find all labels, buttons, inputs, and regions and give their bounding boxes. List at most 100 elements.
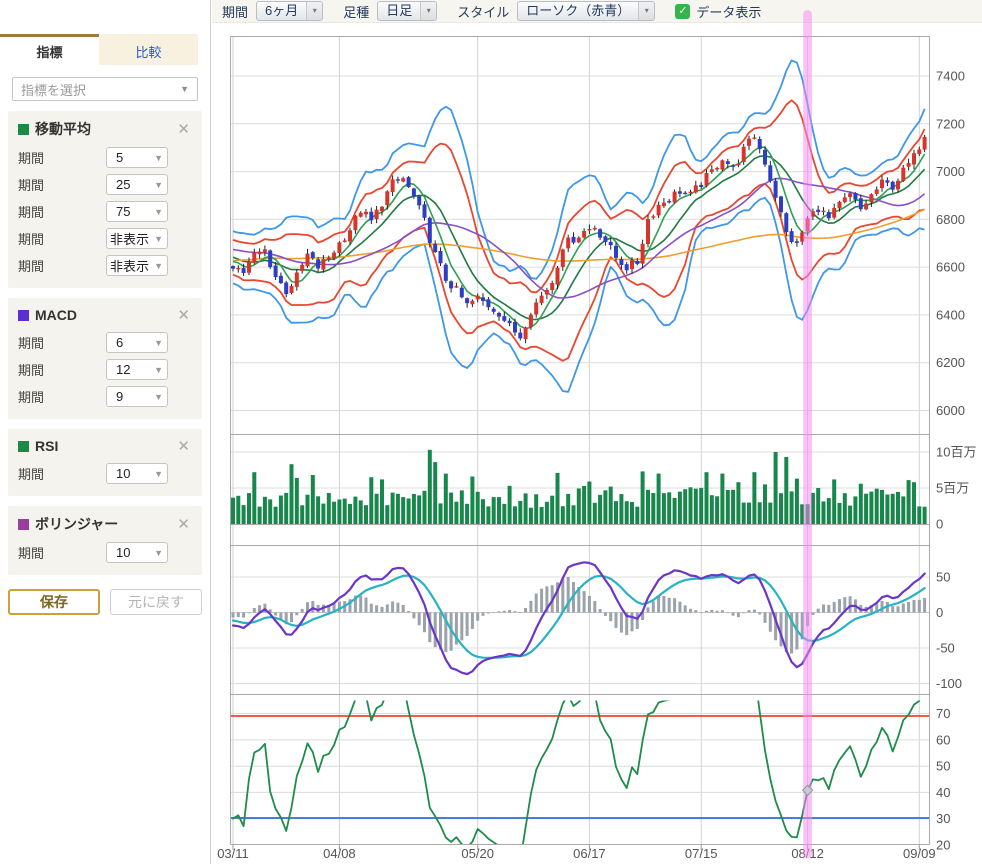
axis-labels: 7400720070006800660064006200600010百万5百万0… — [217, 69, 976, 862]
moving-average-line — [233, 147, 925, 328]
undo-button[interactable]: 元に戻す — [110, 589, 202, 615]
axis-tick-label: 10百万 — [936, 445, 976, 460]
tab-indicators[interactable]: 指標 — [0, 34, 99, 65]
indicator-select[interactable]: 指標を選択 ▼ — [12, 77, 198, 101]
param-label: 期間 — [18, 202, 78, 221]
macd-panel — [232, 577, 927, 654]
moving-average-line — [233, 178, 925, 298]
period-select[interactable]: 6▼ — [106, 332, 168, 353]
save-button[interactable]: 保存 — [8, 589, 100, 615]
axis-tick-label: 6000 — [936, 403, 965, 418]
indicator-card-1: MACD✕期間6▼期間12▼期間9▼ — [8, 298, 202, 419]
param-label: 期間 — [18, 175, 78, 194]
axis-tick-label: 03/11 — [217, 846, 249, 861]
style-dropdown[interactable]: ローソク（赤青） ▾ — [517, 1, 655, 21]
axis-tick-label: 06/17 — [573, 846, 606, 861]
indicator-card-title: 移動平均 — [35, 119, 175, 139]
volume-panel — [231, 450, 927, 524]
close-icon[interactable]: ✕ — [175, 437, 192, 455]
param-label: 期間 — [18, 333, 78, 352]
axis-tick-label: 70 — [936, 706, 950, 721]
period-select[interactable]: 5▼ — [106, 147, 168, 168]
axis-tick-label: 6600 — [936, 260, 965, 275]
period-value: 75 — [116, 204, 130, 219]
axis-tick-label: 09/09 — [903, 846, 936, 861]
indicator-param-row: 期間12▼ — [18, 359, 192, 380]
indicator-card-2: RSI✕ 期間 10▼ — [8, 429, 202, 496]
period-value[interactable]: 6ヶ月 — [257, 2, 306, 20]
close-icon[interactable]: ✕ — [175, 120, 192, 138]
bollinger-band-line — [233, 60, 925, 279]
indicator-swatch-icon — [18, 519, 29, 530]
indicator-swatch-icon — [18, 310, 29, 321]
indicator-card-title: RSI — [35, 438, 175, 454]
period-value: 10 — [116, 466, 130, 481]
style-value[interactable]: ローソク（赤青） — [518, 2, 638, 20]
chevron-down-icon[interactable]: ▾ — [420, 2, 436, 20]
period-select[interactable]: 10▼ — [106, 542, 168, 563]
period-value: 6 — [116, 335, 123, 350]
indicator-select-placeholder: 指標を選択 — [21, 80, 86, 99]
indicator-param-row: 期間 非表示▼ — [18, 255, 192, 276]
indicator-card-3: ボリンジャー✕期間10▼ — [8, 506, 202, 575]
style-label: スタイル — [457, 2, 509, 21]
bollinger-band-line — [233, 198, 925, 392]
indicator-param-row: 期間6▼ — [18, 332, 192, 353]
bollinger-mid-line — [233, 156, 925, 320]
data-display-checkbox[interactable]: ✓ — [675, 4, 690, 19]
bollinger-band-line — [233, 184, 925, 361]
axis-tick-label: 7000 — [936, 164, 965, 179]
candlesticks — [231, 134, 927, 343]
period-value: 非表示 — [110, 229, 149, 248]
rsi-line — [233, 671, 925, 861]
param-label: 期間 — [18, 256, 78, 275]
period-select[interactable]: 9▼ — [106, 386, 168, 407]
period-select[interactable]: 12▼ — [106, 359, 168, 380]
close-icon[interactable]: ✕ — [175, 515, 192, 533]
axis-tick-label: 04/08 — [323, 846, 356, 861]
macd-signal-line — [233, 576, 925, 658]
axis-tick-label: 0 — [936, 605, 943, 620]
chevron-down-icon: ▼ — [154, 338, 163, 348]
axis-tick-label: 50 — [936, 570, 950, 585]
axis-tick-label: -100 — [936, 676, 962, 691]
period-select[interactable]: 25 ▼ — [106, 174, 168, 195]
axis-tick-label: 5百万 — [936, 481, 969, 496]
sidebar-tabs: 指標 比較 — [0, 34, 210, 65]
param-label: 期間 — [18, 387, 78, 406]
axis-tick-label: 6400 — [936, 307, 965, 322]
date-cursor-highlight[interactable] — [803, 10, 812, 858]
horizontal-gridlines — [231, 76, 930, 819]
indicator-param-row: 期間 10▼ — [18, 463, 192, 484]
period-select[interactable]: 非表示▼ — [106, 228, 168, 249]
axis-tick-label: 08/12 — [791, 846, 824, 861]
chevron-down-icon: ▼ — [180, 84, 189, 94]
period-select[interactable]: 75▼ — [106, 201, 168, 222]
bar-type-dropdown[interactable]: 日足 ▾ — [377, 1, 437, 21]
axis-tick-label: 0 — [936, 517, 943, 532]
axis-tick-label: 60 — [936, 732, 950, 747]
indicator-swatch-icon — [18, 124, 29, 135]
chevron-down-icon[interactable]: ▾ — [306, 2, 322, 20]
close-icon[interactable]: ✕ — [175, 306, 192, 324]
period-value: 25 — [116, 177, 130, 192]
param-label: 期間 — [18, 464, 78, 483]
indicator-card-title: MACD — [35, 307, 175, 323]
tab-compare[interactable]: 比較 — [99, 34, 198, 65]
indicator-swatch-icon — [18, 441, 29, 452]
chevron-down-icon[interactable]: ▾ — [638, 2, 654, 20]
indicator-card-0: 移動平均✕期間5▼期間25▼期間75▼期間非表示▼期間非表示▼ — [8, 111, 202, 288]
axis-tick-label: 6800 — [936, 212, 965, 227]
indicator-param-row: 期間 25 ▼ — [18, 174, 192, 195]
axis-tick-label: 07/15 — [685, 846, 718, 861]
period-select[interactable]: 非表示▼ — [106, 255, 168, 276]
period-label: 期間 — [222, 2, 248, 21]
moving-average-line — [233, 209, 925, 261]
period-select[interactable]: 10▼ — [106, 463, 168, 484]
bar-type-value[interactable]: 日足 — [378, 2, 420, 20]
period-dropdown[interactable]: 6ヶ月 ▾ — [256, 1, 323, 21]
panel-borders — [231, 37, 930, 845]
period-value: 12 — [116, 362, 130, 377]
chevron-down-icon: ▼ — [154, 180, 163, 190]
indicator-card-title: ボリンジャー — [35, 514, 175, 534]
